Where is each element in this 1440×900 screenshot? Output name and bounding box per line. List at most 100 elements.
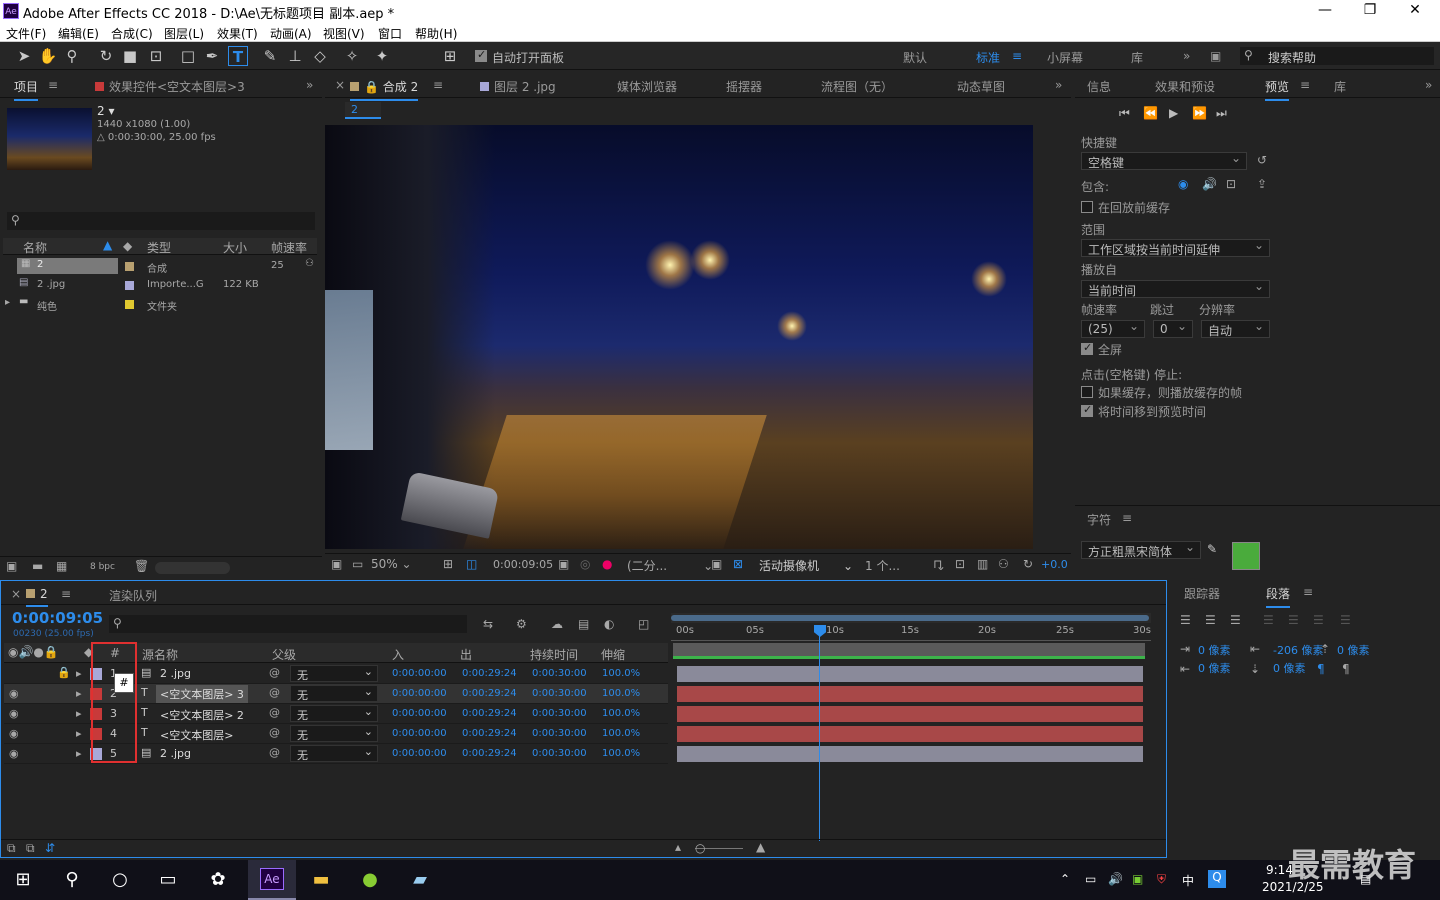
- shy-layers-icon[interactable]: ☁: [551, 617, 563, 631]
- network-icon[interactable]: ▭: [1085, 872, 1096, 886]
- layer-stretch[interactable]: 100.0%: [602, 688, 640, 699]
- mask-visibility-icon[interactable]: ◫: [466, 557, 477, 571]
- col-stretch[interactable]: 伸缩: [601, 646, 625, 663]
- col-in[interactable]: 入: [392, 646, 404, 663]
- minimize-button[interactable]: —: [1305, 2, 1345, 18]
- roto-brush-tool-icon[interactable]: ✧: [342, 46, 362, 66]
- stretch-columns-icon[interactable]: ⇵: [45, 841, 55, 855]
- pan-behind-tool-icon[interactable]: ⊡: [146, 46, 166, 66]
- visibility-eye-icon[interactable]: ◉: [9, 727, 19, 740]
- nvidia-icon[interactable]: ▣: [1132, 872, 1143, 886]
- thumbnail-slider[interactable]: [155, 562, 230, 574]
- space-after-value[interactable]: 0 像素: [1273, 660, 1306, 676]
- fill-color-swatch[interactable]: [1232, 542, 1260, 570]
- zoom-tool-icon[interactable]: ⚲: [62, 46, 82, 66]
- eyedropper-icon[interactable]: ✎: [1207, 542, 1217, 556]
- browser-icon[interactable]: ●: [355, 866, 385, 894]
- prev-frame-icon[interactable]: ⏪: [1143, 106, 1158, 120]
- qq-icon[interactable]: Q: [1208, 870, 1226, 888]
- channel-icon[interactable]: ●: [602, 557, 612, 571]
- skip-dropdown[interactable]: 0: [1153, 319, 1193, 338]
- layer-duration-bar[interactable]: [677, 726, 1143, 742]
- menu-layer[interactable]: 图层(L): [164, 25, 204, 42]
- justify-center-icon[interactable]: ☰: [1288, 613, 1299, 627]
- new-folder-icon[interactable]: ▬: [32, 559, 43, 573]
- flowchart-icon[interactable]: ⚇: [998, 557, 1009, 571]
- include-video-icon[interactable]: ◉: [1178, 177, 1188, 191]
- timeline-icon[interactable]: ▥: [977, 557, 988, 571]
- menu-edit[interactable]: 编辑(E): [58, 25, 99, 42]
- maximize-button[interactable]: ❐: [1350, 2, 1390, 18]
- security-icon[interactable]: ⛨: [1157, 872, 1166, 887]
- tab-project[interactable]: 项目: [14, 78, 39, 101]
- tab-wiggler[interactable]: 摇摆器: [726, 78, 762, 95]
- project-row[interactable]: ▦ 2 合成 25 ⚇: [3, 257, 317, 275]
- layer-duration-bar[interactable]: [677, 746, 1143, 762]
- fast-preview-icon[interactable]: ⊡: [955, 557, 965, 571]
- reset-exposure-icon[interactable]: ↻: [1023, 557, 1033, 571]
- rtl-direction-icon[interactable]: ¶: [1342, 662, 1350, 676]
- timeline-menu-icon[interactable]: ≡: [61, 587, 71, 601]
- viewer-timecode[interactable]: 0:00:09:05: [493, 558, 553, 571]
- col-size[interactable]: 大小: [223, 239, 247, 256]
- align-left-icon[interactable]: ☰: [1180, 613, 1191, 627]
- parent-dropdown[interactable]: 无 ⌄: [290, 725, 378, 742]
- tab-composition[interactable]: 🔒 合成 2: [350, 78, 419, 101]
- volume-icon[interactable]: 🔊: [1108, 872, 1123, 886]
- parent-dropdown[interactable]: 无 ⌄: [290, 705, 378, 722]
- transparency-grid-icon[interactable]: ⊠: [733, 557, 743, 571]
- layer-source-name[interactable]: <空文本图层>: [160, 727, 233, 743]
- toggle-pixel-icon[interactable]: ⊓: [933, 557, 942, 571]
- zoom-out-icon[interactable]: ▴: [675, 840, 681, 854]
- resolution-dropdown[interactable]: (二分... ⌄: [627, 557, 713, 574]
- play-icon[interactable]: ▶: [1169, 106, 1178, 120]
- expand-triangle-icon[interactable]: ▸: [5, 297, 10, 308]
- safe-margins-icon[interactable]: ⊞: [443, 557, 453, 571]
- justify-all-icon[interactable]: ☰: [1340, 613, 1351, 627]
- menu-view[interactable]: 视图(V): [323, 25, 365, 42]
- pickwhip-icon[interactable]: @: [269, 726, 280, 739]
- pickwhip-icon[interactable]: @: [269, 746, 280, 759]
- workspace-sync-icon[interactable]: ▣: [1210, 49, 1221, 63]
- tab-motion-sketch[interactable]: 动态草图: [957, 78, 1005, 95]
- cache-before-checkbox[interactable]: [1081, 201, 1093, 213]
- workspace-default[interactable]: 默认: [903, 49, 927, 66]
- include-audio-icon[interactable]: 🔊: [1202, 177, 1217, 191]
- sort-asc-icon[interactable]: ▲: [103, 238, 112, 252]
- layer-in-point[interactable]: 0:00:00:00: [392, 748, 447, 759]
- project-search-input[interactable]: ⚲: [7, 212, 315, 230]
- layer-duration[interactable]: 0:00:30:00: [532, 708, 587, 719]
- monitor-icon[interactable]: ▭: [352, 557, 363, 571]
- layer-out-point[interactable]: 0:00:29:24: [462, 668, 517, 679]
- tab-info[interactable]: 信息: [1087, 78, 1111, 95]
- workspace-menu-icon[interactable]: ≡: [1012, 49, 1022, 63]
- rectangle-tool-icon[interactable]: □: [178, 46, 198, 66]
- ime-indicator[interactable]: 中: [1182, 872, 1194, 889]
- new-comp-icon[interactable]: ▦: [56, 559, 67, 573]
- zoom-in-icon[interactable]: ▲: [756, 840, 765, 854]
- layer-stretch[interactable]: 100.0%: [602, 668, 640, 679]
- bpc-label[interactable]: 8 bpc: [90, 562, 115, 572]
- timeline-search-input[interactable]: ⚲: [109, 615, 467, 633]
- notepad-icon[interactable]: ▰: [405, 866, 435, 894]
- col-source-name[interactable]: 源名称: [142, 646, 178, 663]
- search-icon[interactable]: ⚲: [57, 866, 87, 894]
- layer-switches-icon[interactable]: ⧉: [7, 841, 16, 856]
- label-icon[interactable]: ◆: [123, 239, 132, 253]
- frame-blending-icon[interactable]: ▤: [578, 617, 589, 631]
- interpret-footage-icon[interactable]: ▣: [6, 559, 17, 573]
- preview-menu-icon[interactable]: ≡: [1300, 78, 1310, 92]
- font-family-dropdown[interactable]: 方正粗黑宋简体: [1081, 540, 1201, 559]
- exposure-value[interactable]: +0.0: [1041, 558, 1068, 571]
- first-frame-icon[interactable]: ⏮: [1119, 106, 1130, 121]
- workspace-small-screen[interactable]: 小屏幕: [1047, 49, 1083, 66]
- pickwhip-icon[interactable]: @: [269, 706, 280, 719]
- tab-effects-presets[interactable]: 效果和预设: [1155, 78, 1215, 95]
- work-area-bar[interactable]: [671, 613, 1151, 623]
- tab-character[interactable]: 字符: [1087, 511, 1111, 528]
- zoom-slider-thumb[interactable]: ○: [695, 841, 705, 855]
- lock-icon[interactable]: 🔒: [57, 666, 71, 679]
- work-area-range[interactable]: [673, 643, 1145, 659]
- menu-window[interactable]: 窗口: [378, 25, 402, 42]
- layer-duration[interactable]: 0:00:30:00: [532, 728, 587, 739]
